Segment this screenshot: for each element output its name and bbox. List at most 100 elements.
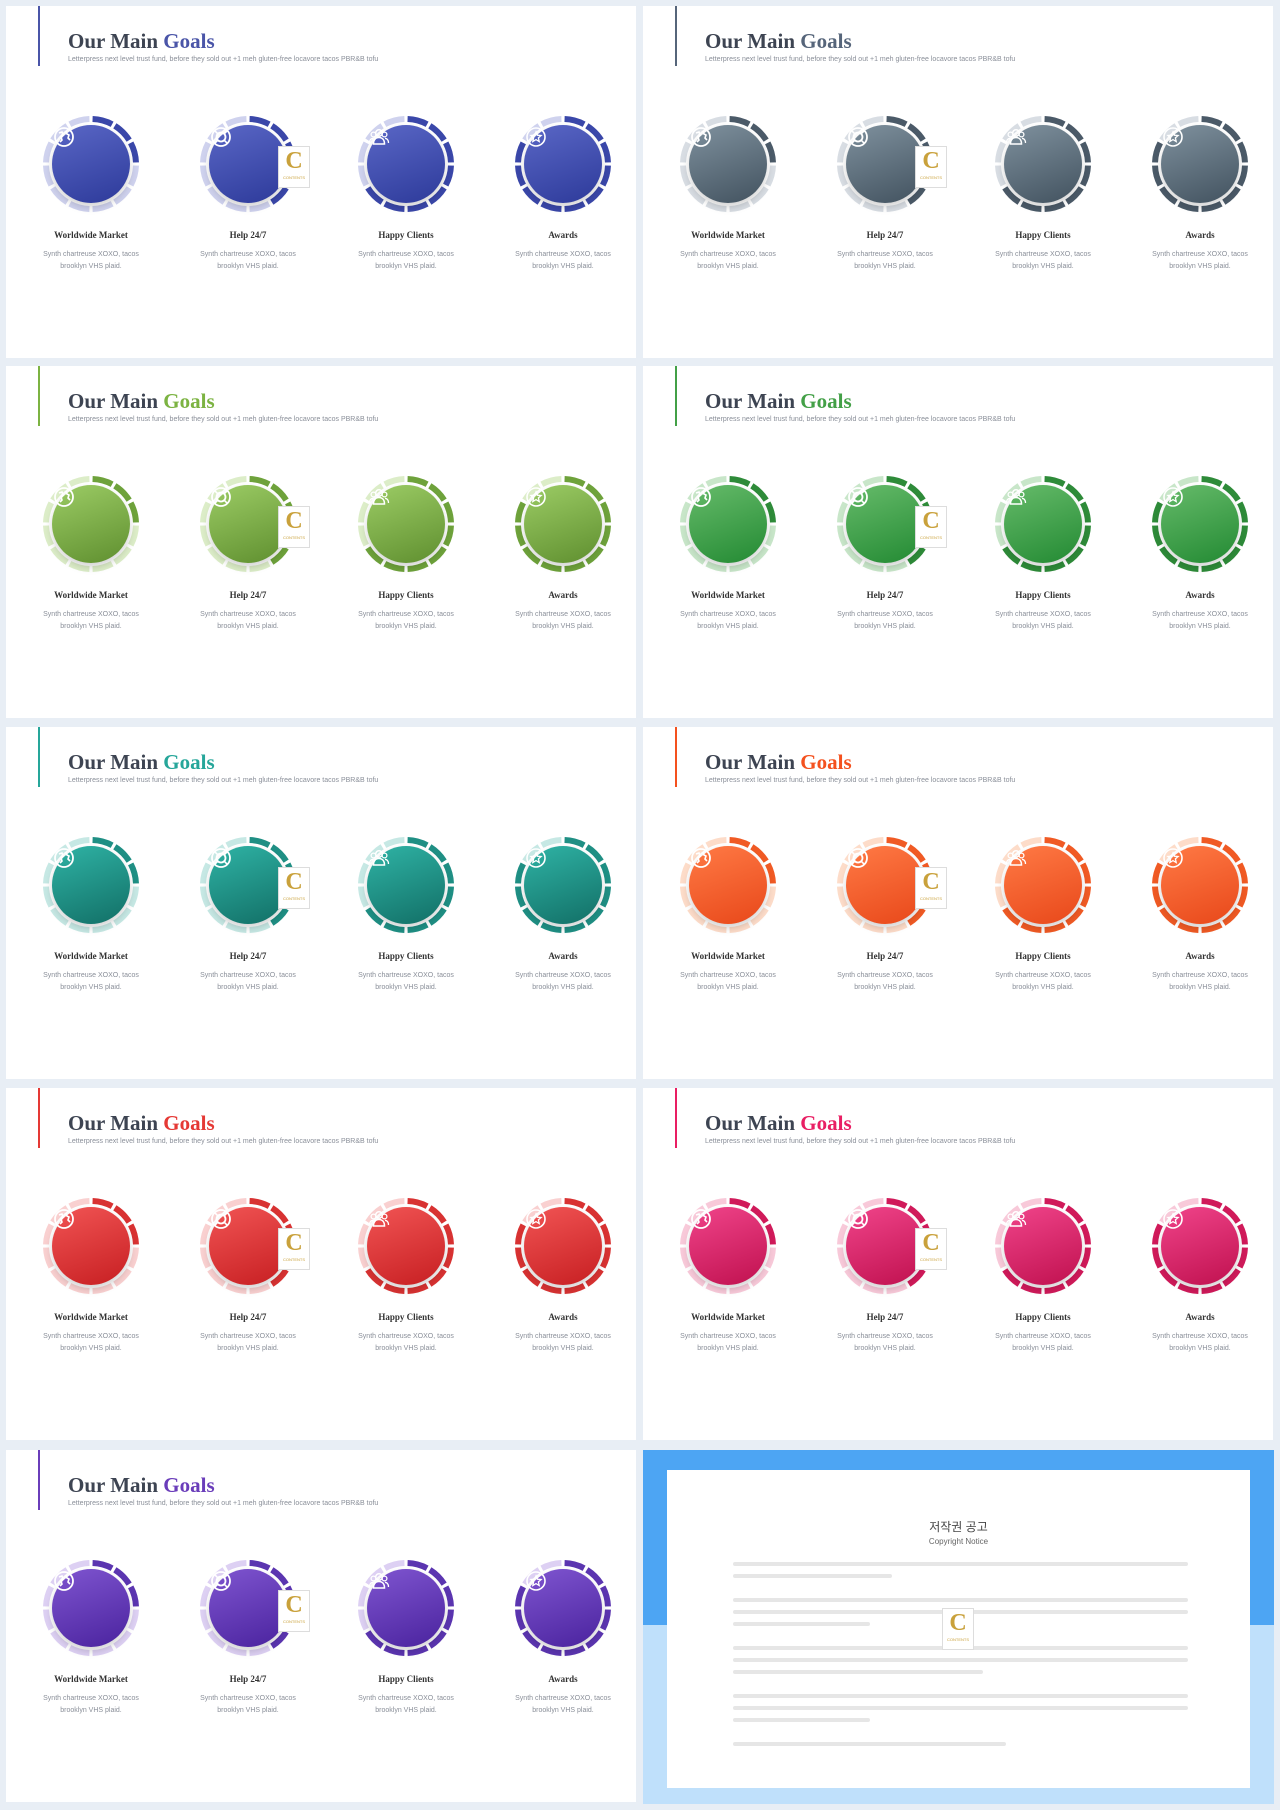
icon-circle: [1161, 846, 1239, 924]
goal-item: Happy Clients Synth chartreuse XOXO, taco…: [326, 835, 486, 994]
goal-description: Synth chartreuse XOXO, tacos brooklyn VHS…: [995, 1333, 1091, 1352]
goal-item: Help 24/7 Synth chartreuse XOXO, tacos bro…: [168, 114, 328, 273]
goal-description: Synth chartreuse XOXO, tacos brooklyn VHS…: [43, 1695, 139, 1714]
slide-subtitle: Letterpress next level trust fund, befor…: [705, 416, 1016, 423]
goal-item: Awards Synth chartreuse XOXO, tacos brookl…: [1120, 835, 1273, 994]
goal-item: Awards Synth chartreuse XOXO, tacos brookl…: [1120, 114, 1273, 273]
goal-title: Awards: [548, 1312, 578, 1322]
icon-circle: [209, 1207, 287, 1285]
copyright-text-block: [733, 1562, 1188, 1754]
lifebuoy-icon: [211, 1209, 260, 1258]
goal-title: Help 24/7: [229, 1674, 267, 1684]
accent-bar: [675, 727, 677, 787]
lifebuoy-icon: [211, 1571, 260, 1620]
lifebuoy-icon: [211, 848, 260, 897]
goal-items: Worldwide Market Synth chartreuse XOXO, t…: [6, 114, 636, 274]
slide: Our Main Goals Letterpress next level tru…: [6, 727, 636, 1079]
goal-title: Awards: [1185, 1312, 1215, 1322]
accent-bar: [38, 727, 40, 787]
slide-subtitle: Letterpress next level trust fund, befor…: [68, 1138, 379, 1145]
goal-item: Help 24/7 Synth chartreuse XOXO, tacos bro…: [805, 835, 965, 994]
goal-title: Happy Clients: [1015, 590, 1071, 600]
progress-ring: [356, 1196, 456, 1296]
icon-circle: [846, 1207, 924, 1285]
contents-logo: C CONTENTS: [278, 867, 310, 909]
globe-icon: [54, 848, 103, 897]
goal-item: Worldwide Market Synth chartreuse XOXO, t…: [11, 114, 171, 273]
contents-logo: C CONTENTS: [915, 506, 947, 548]
progress-ring: [356, 474, 456, 574]
contents-logo: C CONTENTS: [942, 1608, 974, 1650]
users-icon: [368, 128, 418, 176]
slide: Our Main Goals Letterpress next level tru…: [6, 6, 636, 358]
goal-title: Awards: [548, 230, 578, 240]
copyright-title: 저작권 공고: [929, 1520, 988, 1534]
goal-title: Worldwide Market: [54, 230, 128, 240]
users-icon: [368, 1210, 418, 1258]
icon-circle: [846, 125, 924, 203]
goal-description: Synth chartreuse XOXO, tacos brooklyn VHS…: [515, 1333, 611, 1352]
icon-circle: [367, 485, 445, 563]
globe-icon: [691, 127, 740, 176]
goal-description: Synth chartreuse XOXO, tacos brooklyn VHS…: [1152, 611, 1248, 630]
goal-title: Worldwide Market: [54, 1674, 128, 1684]
accent-bar: [675, 6, 677, 66]
progress-ring: [356, 114, 456, 214]
star-icon: [526, 487, 575, 536]
goal-item: Happy Clients Synth chartreuse XOXO, taco…: [326, 114, 486, 273]
progress-ring: [356, 835, 456, 935]
copyright-card: 저작권 공고 Copyright Notice C CONTENTS: [667, 1470, 1250, 1788]
icon-circle: [52, 846, 130, 924]
goal-item: Happy Clients Synth chartreuse XOXO, taco…: [963, 114, 1123, 273]
globe-icon: [691, 1209, 740, 1258]
progress-ring: [993, 835, 1093, 935]
goal-items: Worldwide Market Synth chartreuse XOXO, t…: [6, 1196, 636, 1356]
slide: Our Main Goals Letterpress next level tru…: [643, 1088, 1273, 1440]
goal-description: Synth chartreuse XOXO, tacos brooklyn VHS…: [680, 1333, 776, 1352]
star-icon: [1163, 127, 1212, 176]
users-icon: [368, 849, 418, 897]
icon-circle: [209, 485, 287, 563]
contents-logo: C CONTENTS: [278, 146, 310, 188]
copyright-subtitle: Copyright Notice: [928, 1537, 989, 1546]
slide-subtitle: Letterpress next level trust fund, befor…: [68, 416, 379, 423]
goal-title: Awards: [548, 590, 578, 600]
goal-title: Awards: [1185, 590, 1215, 600]
icon-circle: [689, 1207, 767, 1285]
goal-title: Happy Clients: [1015, 230, 1071, 240]
goal-title: Awards: [548, 951, 578, 961]
lifebuoy-icon: [848, 1209, 897, 1258]
star-icon: [1163, 487, 1212, 536]
goal-title: Happy Clients: [378, 1674, 434, 1684]
goal-description: Synth chartreuse XOXO, tacos brooklyn VHS…: [43, 1333, 139, 1352]
icon-circle: [524, 846, 602, 924]
lifebuoy-icon: [211, 127, 260, 176]
goal-title: Help 24/7: [229, 590, 267, 600]
icon-circle: [209, 1569, 287, 1647]
progress-ring: [513, 835, 613, 935]
progress-ring: [41, 474, 141, 574]
goal-description: Synth chartreuse XOXO, tacos brooklyn VHS…: [358, 611, 454, 630]
icon-circle: [1004, 125, 1082, 203]
goal-description: Synth chartreuse XOXO, tacos brooklyn VHS…: [43, 251, 139, 270]
goal-description: Synth chartreuse XOXO, tacos brooklyn VHS…: [515, 1695, 611, 1714]
goal-items: Worldwide Market Synth chartreuse XOXO, t…: [643, 474, 1273, 634]
slide: Our Main Goals Letterpress next level tru…: [643, 6, 1273, 358]
goal-title: Happy Clients: [378, 590, 434, 600]
goal-item: Help 24/7 Synth chartreuse XOXO, tacos bro…: [805, 474, 965, 633]
icon-circle: [524, 485, 602, 563]
goal-description: Synth chartreuse XOXO, tacos brooklyn VHS…: [837, 611, 933, 630]
lifebuoy-icon: [211, 487, 260, 536]
globe-icon: [54, 1571, 103, 1620]
goal-item: Happy Clients Synth chartreuse XOXO, taco…: [963, 474, 1123, 633]
goal-item: Help 24/7 Synth chartreuse XOXO, tacos bro…: [168, 1558, 328, 1717]
goal-title: Help 24/7: [866, 230, 904, 240]
goal-item: Happy Clients Synth chartreuse XOXO, taco…: [963, 835, 1123, 994]
goal-item: Happy Clients Synth chartreuse XOXO, taco…: [326, 474, 486, 633]
progress-ring: [513, 1558, 613, 1658]
goal-title: Help 24/7: [229, 230, 267, 240]
icon-circle: [846, 485, 924, 563]
goal-title: Help 24/7: [229, 951, 267, 961]
users-icon: [1005, 849, 1055, 897]
slide: Our Main Goals Letterpress next level tru…: [6, 1088, 636, 1440]
